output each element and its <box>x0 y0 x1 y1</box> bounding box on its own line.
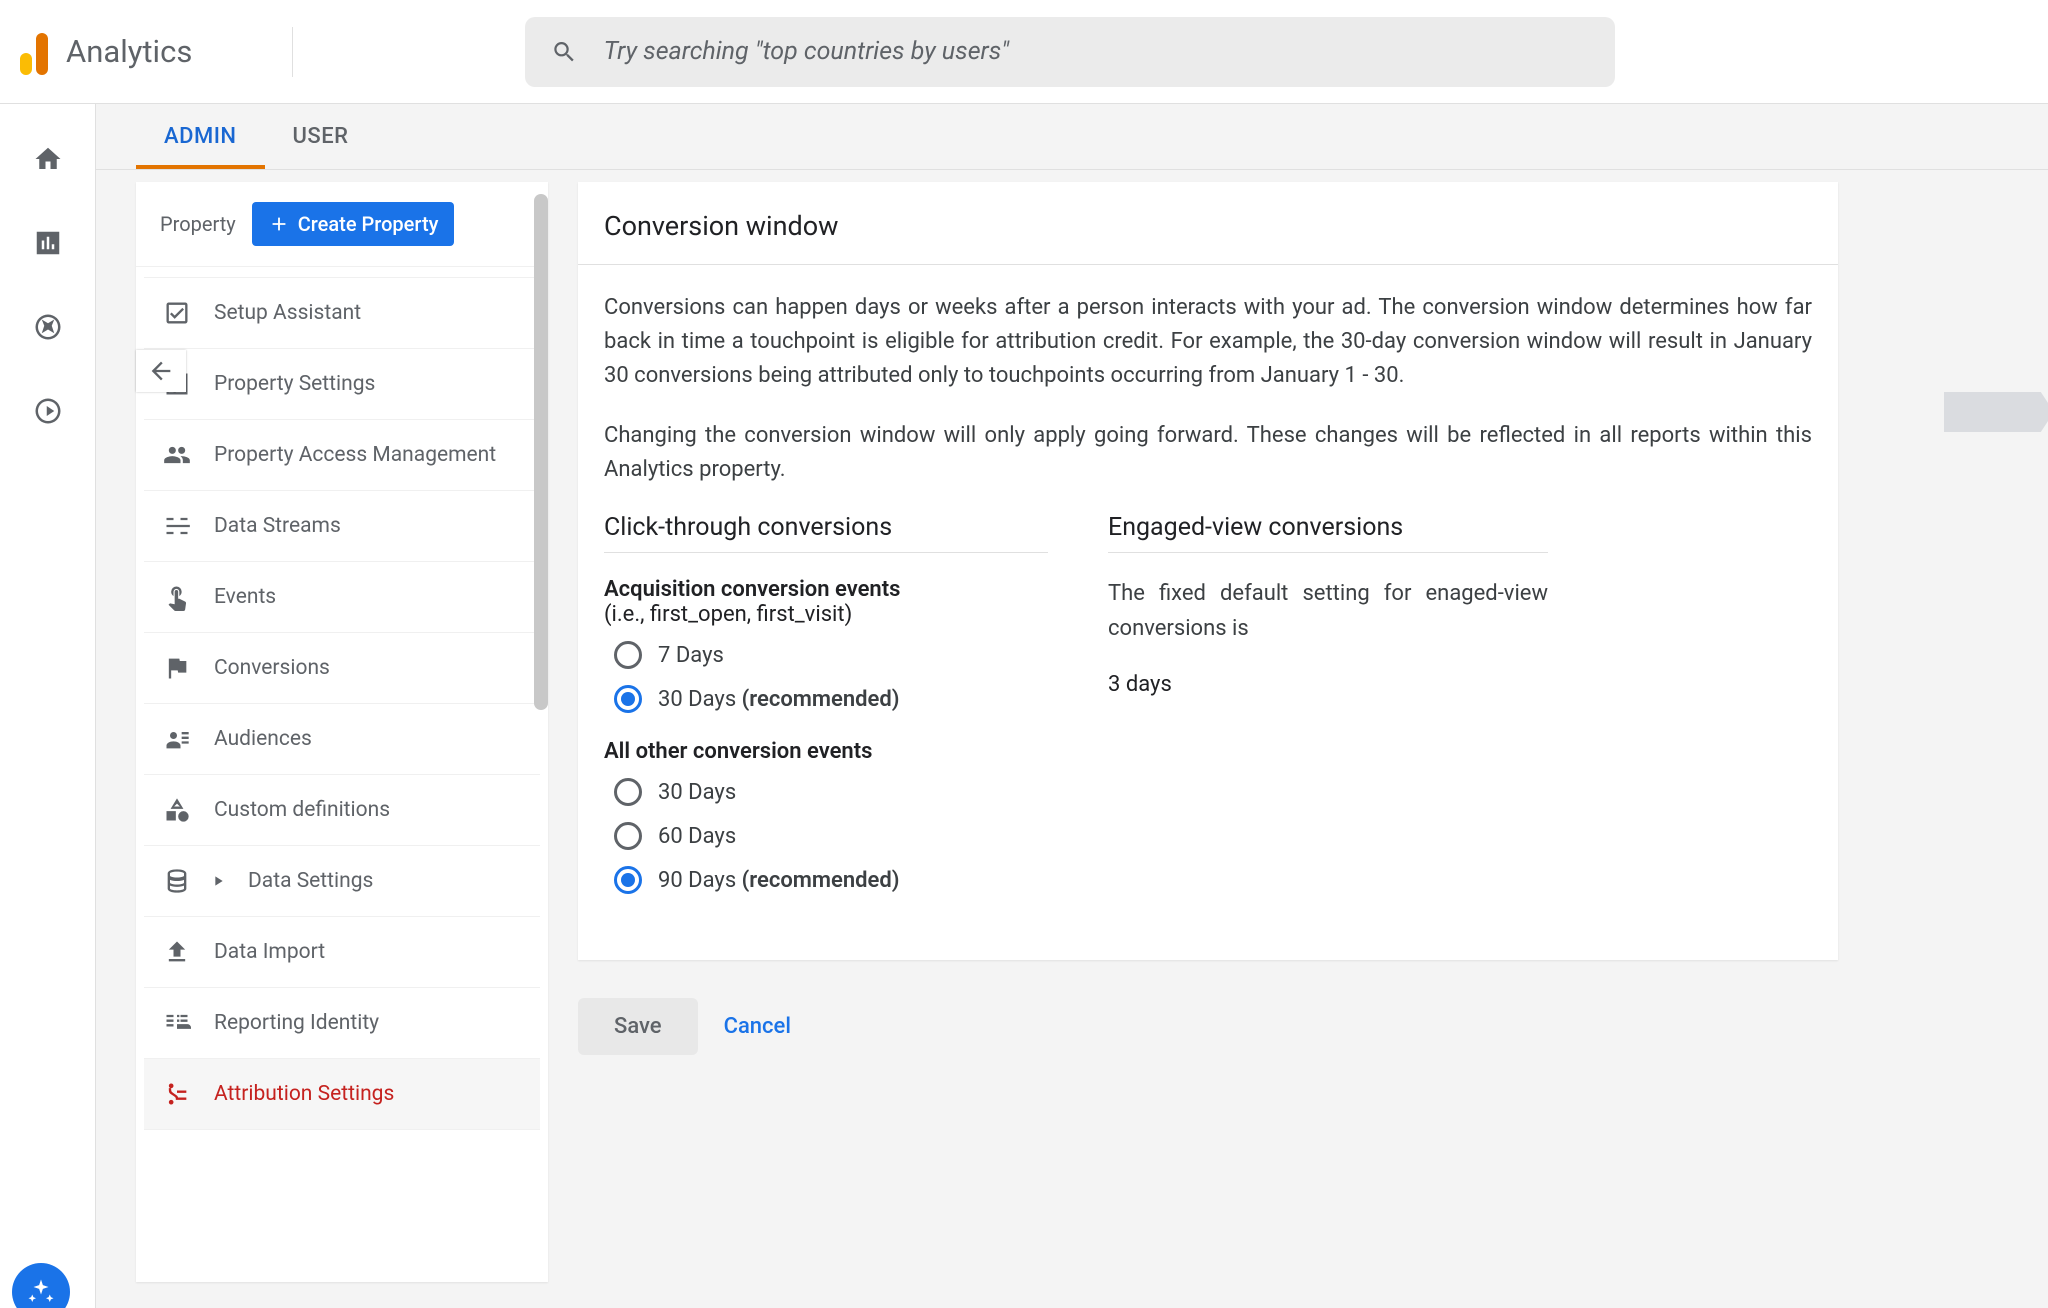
sidebar-item-data-import[interactable]: Data Import <box>144 917 540 988</box>
people-icon <box>163 441 191 469</box>
top-bar: Analytics <box>0 0 2048 103</box>
sparkle-icon <box>26 1277 56 1307</box>
sidebar-item-reporting-identity[interactable]: Reporting Identity <box>144 988 540 1059</box>
tab-user[interactable]: USER <box>265 104 377 169</box>
property-column: Property Create Property Setup Assistant… <box>136 182 548 1282</box>
sidebar-item-attribution-settings[interactable]: Attribution Settings <box>144 1059 540 1130</box>
card-title: Conversion window <box>604 210 1812 242</box>
sidebar-item-data-streams[interactable]: Data Streams <box>144 491 540 562</box>
explore-icon[interactable] <box>33 312 63 342</box>
sidebar-item-audiences[interactable]: Audiences <box>144 704 540 775</box>
acquisition-title: Acquisition conversion events <box>604 577 1048 602</box>
advertising-icon[interactable] <box>33 396 63 426</box>
caret-right-icon <box>210 873 226 889</box>
arrow-left-icon <box>147 357 175 385</box>
engaged-view-text: The fixed default setting for enaged-vie… <box>1108 577 1548 645</box>
sidebar-item-data-settings[interactable]: Data Settings <box>144 846 540 917</box>
radio-acq-30-days[interactable]: 30 Days (recommended) <box>614 685 1048 713</box>
upload-icon <box>163 938 191 966</box>
search-input[interactable] <box>604 37 1589 66</box>
create-property-button[interactable]: Create Property <box>252 202 455 246</box>
description-1: Conversions can happen days or weeks aft… <box>604 291 1812 393</box>
audience-icon <box>163 725 191 753</box>
search-bar[interactable] <box>525 17 1615 87</box>
radio-other-90-days[interactable]: 90 Days (recommended) <box>614 866 1048 894</box>
other-events-title: All other conversion events <box>604 739 1048 764</box>
touch-icon <box>163 583 191 611</box>
click-through-heading: Click-through conversions <box>604 513 1048 553</box>
category-icon <box>163 796 191 824</box>
attribution-icon <box>163 1080 191 1108</box>
stream-icon <box>163 512 191 540</box>
engaged-view-value: 3 days <box>1108 672 1548 697</box>
radio-other-30-days[interactable]: 30 Days <box>614 778 1048 806</box>
app-name: Analytics <box>66 33 192 70</box>
acquisition-subtitle: (i.e., first_open, first_visit) <box>604 602 1048 627</box>
property-label: Property <box>160 212 236 236</box>
flag-icon <box>163 654 191 682</box>
identity-icon <box>163 1009 191 1037</box>
tab-admin[interactable]: ADMIN <box>136 104 265 169</box>
radio-acq-7-days[interactable]: 7 Days <box>614 641 1048 669</box>
sidebar-item-property-access[interactable]: Property Access Management <box>144 420 540 491</box>
reports-icon[interactable] <box>33 228 63 258</box>
conversion-window-card: Conversion window Conversions can happen… <box>578 182 1838 960</box>
cancel-button[interactable]: Cancel <box>724 1014 791 1039</box>
sidebar-item-events[interactable]: Events <box>144 562 540 633</box>
scrollbar[interactable] <box>534 194 548 710</box>
account-selector[interactable] <box>305 21 495 83</box>
radio-other-60-days[interactable]: 60 Days <box>614 822 1048 850</box>
description-2: Changing the conversion window will only… <box>604 419 1812 487</box>
save-button[interactable]: Save <box>578 998 698 1055</box>
sidebar-item-setup-assistant[interactable]: Setup Assistant <box>144 278 540 349</box>
checklist-icon <box>163 299 191 327</box>
search-icon <box>551 38 578 66</box>
sidebar-item-property-settings[interactable]: Property Settings <box>144 349 540 420</box>
plus-icon <box>268 213 290 235</box>
left-rail <box>0 104 96 1308</box>
back-button[interactable] <box>136 350 186 392</box>
side-drawer-handle[interactable] <box>1944 392 2048 432</box>
engaged-view-heading: Engaged-view conversions <box>1108 513 1548 553</box>
sidebar-item-conversions[interactable]: Conversions <box>144 633 540 704</box>
divider <box>292 27 293 77</box>
sidebar-item-custom-definitions[interactable]: Custom definitions <box>144 775 540 846</box>
database-icon <box>163 867 191 895</box>
analytics-logo-icon <box>20 29 48 75</box>
home-icon[interactable] <box>33 144 63 174</box>
admin-tabs: ADMIN USER <box>96 104 2048 170</box>
